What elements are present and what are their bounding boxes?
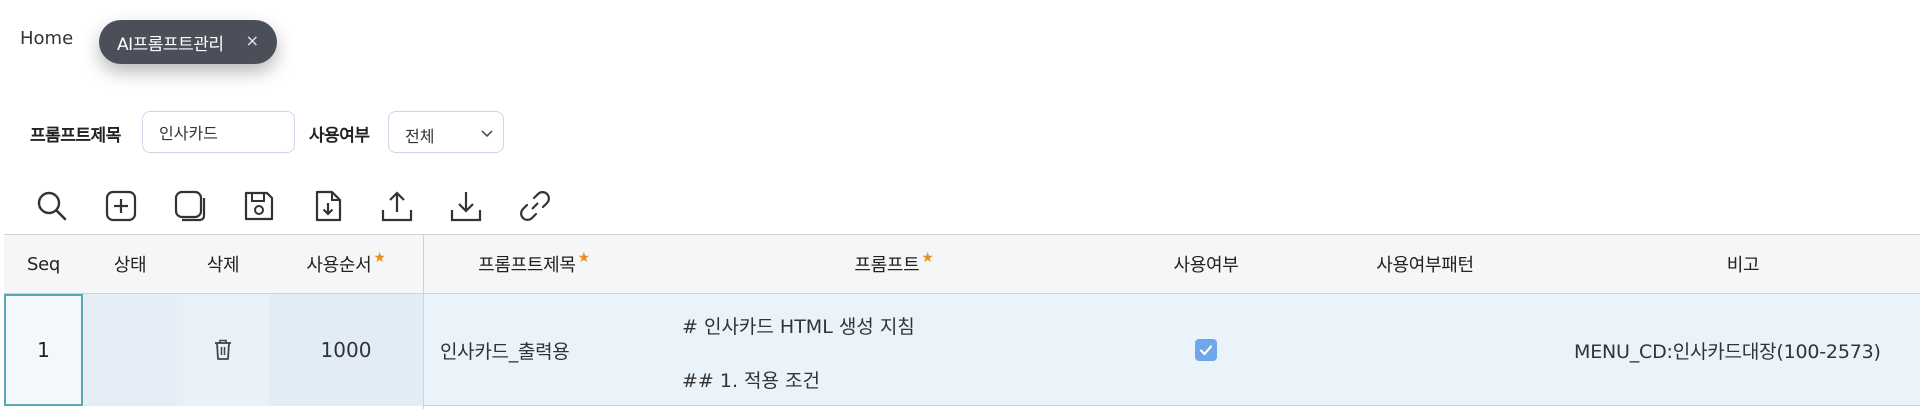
- search-button[interactable]: [30, 184, 74, 228]
- save-button[interactable]: [237, 184, 281, 228]
- col-prompt[interactable]: 프롬프트 ★: [644, 235, 1144, 293]
- copy-icon: [174, 190, 206, 222]
- prompt-cell[interactable]: # 인사카드 HTML 생성 지침 ## 1. 적용 조건: [682, 294, 1082, 406]
- frozen-column-divider: [423, 234, 424, 409]
- copy-row-button[interactable]: [168, 184, 212, 228]
- order-cell[interactable]: 1000: [269, 294, 423, 406]
- tab-label: AI프롬프트관리: [117, 34, 224, 55]
- use-yn-selected-value: 전체: [405, 127, 435, 146]
- prompt-line: # 인사카드 HTML 생성 지침: [682, 316, 915, 338]
- tab-home[interactable]: Home: [20, 28, 73, 49]
- col-delete[interactable]: 삭제: [177, 235, 269, 293]
- upload-icon: [381, 191, 413, 222]
- use-yn-label: 사용여부: [309, 126, 370, 146]
- link-icon: [520, 191, 550, 221]
- use-yn-select[interactable]: 전체: [388, 111, 504, 153]
- upload-button[interactable]: [375, 184, 419, 228]
- required-star-icon: ★: [373, 250, 386, 266]
- chevron-down-icon: [481, 130, 493, 138]
- prompt-title-input[interactable]: [142, 111, 295, 153]
- link-button[interactable]: [513, 184, 557, 228]
- add-icon: [105, 190, 137, 222]
- delete-cell[interactable]: [177, 294, 269, 406]
- col-use[interactable]: 사용여부: [1144, 235, 1268, 293]
- save-icon: [244, 191, 274, 221]
- title-cell[interactable]: 인사카드_출력용: [424, 294, 664, 406]
- file-download-icon: [315, 190, 342, 222]
- table-row[interactable]: 1 1000 인사카드_출력용 # 인사카드 HTML 생성 지침 ## 1. …: [4, 294, 1920, 406]
- col-status[interactable]: 상태: [83, 235, 177, 293]
- trash-icon[interactable]: [212, 338, 234, 362]
- close-icon[interactable]: ×: [246, 31, 259, 50]
- download-icon: [450, 192, 482, 222]
- seq-cell[interactable]: 1: [4, 294, 83, 406]
- note-cell[interactable]: MENU_CD:인사카드대장(100-2573): [1574, 294, 1920, 406]
- prompt-line: ## 1. 적용 조건: [682, 370, 821, 392]
- status-cell[interactable]: [83, 294, 177, 406]
- toolbar: [30, 184, 582, 228]
- search-icon: [37, 191, 67, 221]
- check-icon: [1199, 345, 1213, 356]
- use-cell[interactable]: [1192, 294, 1220, 406]
- tab-bar: Home AI프롬프트관리 ×: [0, 0, 1920, 80]
- required-star-icon: ★: [577, 250, 591, 266]
- use-checkbox[interactable]: [1195, 339, 1217, 361]
- prompt-grid: Seq 상태 삭제 사용순서 ★ 프롬프트제목 ★ 프롬프트 ★ 사용여부 사용여부패…: [4, 234, 1920, 409]
- prompt-title-label: 프롬프트제목: [30, 126, 121, 146]
- export-file-button[interactable]: [306, 184, 350, 228]
- col-use-pattern[interactable]: 사용여부패턴: [1268, 235, 1582, 293]
- col-order[interactable]: 사용순서 ★: [269, 235, 423, 293]
- col-title[interactable]: 프롬프트제목 ★: [424, 235, 644, 293]
- download-button[interactable]: [444, 184, 488, 228]
- col-seq[interactable]: Seq: [4, 235, 83, 293]
- search-bar: 프롬프트제목 사용여부 전체: [0, 108, 1920, 156]
- grid-header: Seq 상태 삭제 사용순서 ★ 프롬프트제목 ★ 프롬프트 ★ 사용여부 사용여부패…: [4, 234, 1920, 294]
- required-star-icon: ★: [921, 250, 934, 266]
- col-note[interactable]: 비고: [1582, 235, 1904, 293]
- add-row-button[interactable]: [99, 184, 143, 228]
- tab-ai-prompt-management[interactable]: AI프롬프트관리 ×: [99, 20, 277, 64]
